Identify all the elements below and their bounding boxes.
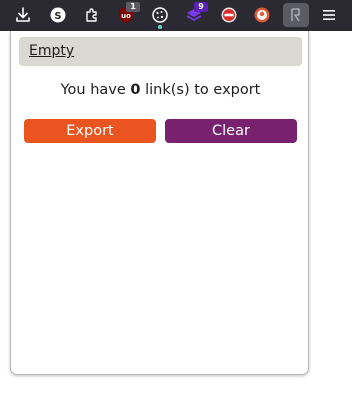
extension-popup: Empty You have 0 link(s) to export Expor… [10, 31, 309, 375]
svg-text:uo: uo [121, 12, 131, 20]
ublock-badge: 1 [126, 2, 140, 12]
ublock-origin-icon[interactable]: uo 1 [113, 2, 140, 27]
message-suffix: link(s) to export [140, 82, 261, 98]
duckduckgo-icon[interactable] [249, 3, 275, 27]
clear-button[interactable]: Clear [165, 119, 297, 143]
cookie-icon[interactable] [147, 3, 173, 29]
stop-sign-extension-icon[interactable] [216, 3, 242, 27]
link-count: 0 [130, 82, 141, 98]
export-button[interactable]: Export [24, 119, 156, 143]
hamburger-menu-icon[interactable] [316, 3, 342, 27]
export-count-message: You have 0 link(s) to export [11, 82, 310, 98]
cookie-status-dot [158, 25, 162, 29]
message-prefix: You have [60, 82, 131, 98]
link-export-extension-icon[interactable] [283, 3, 309, 27]
layers-badge: 9 [194, 2, 208, 12]
layers-extension-icon[interactable]: 9 [181, 2, 208, 27]
download-icon[interactable] [10, 3, 36, 27]
svg-text:S: S [54, 11, 61, 22]
extensions-puzzle-icon[interactable] [79, 3, 105, 27]
skype-extension-icon[interactable]: S [45, 3, 71, 27]
empty-link[interactable]: Empty [19, 37, 302, 66]
browser-toolbar: S uo 1 9 [0, 0, 352, 31]
